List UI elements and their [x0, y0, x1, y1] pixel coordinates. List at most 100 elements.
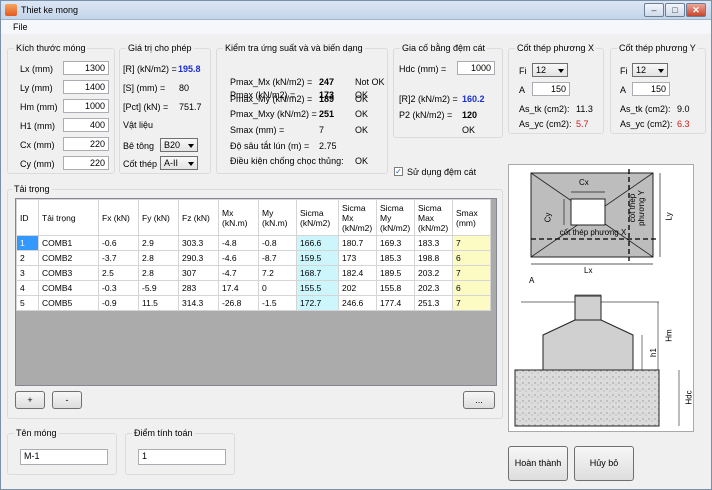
- column-header[interactable]: Sicma (kN/m2): [296, 199, 339, 236]
- column-header[interactable]: Fy (kN): [138, 199, 179, 236]
- table-cell[interactable]: -4.7: [218, 265, 259, 281]
- table-cell[interactable]: 172.7: [296, 295, 339, 311]
- table-cell[interactable]: 5: [16, 295, 39, 311]
- table-row[interactable]: 3 COMB3 2.5 2.8 307 -4.7 7.2 168.7 182.4 189.5 203…: [16, 265, 491, 281]
- table-cell[interactable]: -3.7: [98, 250, 139, 266]
- add-row-button[interactable]: +: [15, 391, 45, 409]
- table-cell[interactable]: 2.8: [138, 265, 179, 281]
- table-cell[interactable]: 290.3: [178, 250, 219, 266]
- table-cell[interactable]: -5.9: [138, 280, 179, 296]
- column-header[interactable]: Fz (kN): [178, 199, 219, 236]
- table-cell[interactable]: 4: [16, 280, 39, 296]
- hm-input[interactable]: 1000: [63, 99, 109, 113]
- table-cell[interactable]: -4.8: [218, 235, 259, 251]
- minimize-button[interactable]: –: [644, 3, 664, 17]
- table-cell[interactable]: -0.6: [98, 235, 139, 251]
- cancel-button[interactable]: Hủy bỏ: [574, 446, 634, 481]
- column-header[interactable]: Fx (kN): [98, 199, 139, 236]
- table-cell[interactable]: COMB2: [38, 250, 99, 266]
- table-cell[interactable]: 7: [452, 235, 491, 251]
- table-cell[interactable]: 3: [16, 265, 39, 281]
- column-header[interactable]: Mx (kN.m): [218, 199, 259, 236]
- column-header[interactable]: ID: [16, 199, 39, 236]
- table-cell[interactable]: 2.9: [138, 235, 179, 251]
- table-cell[interactable]: 185.3: [376, 250, 415, 266]
- table-cell[interactable]: 155.5: [296, 280, 339, 296]
- table-cell[interactable]: 166.6: [296, 235, 339, 251]
- table-cell[interactable]: -26.8: [218, 295, 259, 311]
- column-header[interactable]: Sicma Mx (kN/m2): [338, 199, 377, 236]
- table-cell[interactable]: 169.3: [376, 235, 415, 251]
- table-cell[interactable]: 2.8: [138, 250, 179, 266]
- table-cell[interactable]: 180.7: [338, 235, 377, 251]
- table-cell[interactable]: 183.3: [414, 235, 453, 251]
- steel-y-fi-select[interactable]: 12: [632, 63, 668, 77]
- table-cell[interactable]: -1.5: [258, 295, 297, 311]
- table-cell[interactable]: 307: [178, 265, 219, 281]
- column-header[interactable]: Sicma My (kN/m2): [376, 199, 415, 236]
- table-cell[interactable]: COMB5: [38, 295, 99, 311]
- table-cell[interactable]: 203.2: [414, 265, 453, 281]
- table-cell[interactable]: -4.6: [218, 250, 259, 266]
- hdc-input[interactable]: 1000: [457, 61, 495, 75]
- table-cell[interactable]: 168.7: [296, 265, 339, 281]
- remove-row-button[interactable]: -: [52, 391, 82, 409]
- table-cell[interactable]: 6: [452, 280, 491, 296]
- table-cell[interactable]: 173: [338, 250, 377, 266]
- steel-y-a-input[interactable]: 150: [632, 82, 670, 96]
- table-cell[interactable]: 177.4: [376, 295, 415, 311]
- steel-x-a-input[interactable]: 150: [532, 82, 570, 96]
- concrete-select[interactable]: B20: [160, 138, 198, 152]
- steel-x-fi-select[interactable]: 12: [532, 63, 568, 77]
- table-cell[interactable]: 0: [258, 280, 297, 296]
- lx-input[interactable]: 1300: [63, 61, 109, 75]
- column-header[interactable]: Smax (mm): [452, 199, 491, 236]
- use-sand-checkbox[interactable]: ✓: [394, 167, 403, 176]
- table-row[interactable]: 4 COMB4 -0.3 -5.9 283 17.4 0 155.5 202 155.8 202.3…: [16, 280, 491, 296]
- cx-input[interactable]: 220: [63, 137, 109, 151]
- table-cell[interactable]: COMB3: [38, 265, 99, 281]
- h1-input[interactable]: 400: [63, 118, 109, 132]
- name-input[interactable]: M-1: [20, 449, 108, 465]
- table-cell[interactable]: -0.3: [98, 280, 139, 296]
- table-cell[interactable]: 2.5: [98, 265, 139, 281]
- table-cell[interactable]: 159.5: [296, 250, 339, 266]
- table-cell[interactable]: 202.3: [414, 280, 453, 296]
- more-button[interactable]: ...: [463, 391, 495, 409]
- close-button[interactable]: ✕: [686, 3, 706, 17]
- table-cell[interactable]: 6: [452, 250, 491, 266]
- table-cell[interactable]: 251.3: [414, 295, 453, 311]
- loads-grid[interactable]: ID Tải trọng Fx (kN) Fy (kN) Fz (kN) Mx (kN.m…: [15, 198, 497, 386]
- finish-button[interactable]: Hoàn thành: [508, 446, 568, 481]
- table-cell[interactable]: 182.4: [338, 265, 377, 281]
- table-cell[interactable]: -8.7: [258, 250, 297, 266]
- table-cell[interactable]: 189.5: [376, 265, 415, 281]
- table-cell[interactable]: -0.8: [258, 235, 297, 251]
- table-row[interactable]: 5 COMB5 -0.9 11.5 314.3 -26.8 -1.5 172.7 246.6 17…: [16, 295, 491, 311]
- point-input[interactable]: 1: [138, 449, 226, 465]
- column-header[interactable]: My (kN.m): [258, 199, 297, 236]
- table-cell[interactable]: 17.4: [218, 280, 259, 296]
- table-cell[interactable]: 246.6: [338, 295, 377, 311]
- table-cell[interactable]: 198.8: [414, 250, 453, 266]
- table-cell[interactable]: 155.8: [376, 280, 415, 296]
- table-cell[interactable]: 11.5: [138, 295, 179, 311]
- table-cell[interactable]: 2: [16, 250, 39, 266]
- table-cell[interactable]: 202: [338, 280, 377, 296]
- table-cell[interactable]: 7: [452, 265, 491, 281]
- column-header[interactable]: Sicma Max (kN/m2): [414, 199, 453, 236]
- table-cell[interactable]: 1: [16, 235, 39, 251]
- table-cell[interactable]: 7: [452, 295, 491, 311]
- maximize-button[interactable]: □: [665, 3, 685, 17]
- steel-select[interactable]: A-II: [160, 156, 198, 170]
- column-header[interactable]: Tải trọng: [38, 199, 99, 236]
- menu-file[interactable]: File: [13, 22, 28, 32]
- table-row[interactable]: 1 COMB1 -0.6 2.9 303.3 -4.8 -0.8 166.6 180.7 169.…: [16, 235, 491, 251]
- table-cell[interactable]: 7.2: [258, 265, 297, 281]
- table-cell[interactable]: COMB4: [38, 280, 99, 296]
- table-cell[interactable]: -0.9: [98, 295, 139, 311]
- table-cell[interactable]: 283: [178, 280, 219, 296]
- table-cell[interactable]: COMB1: [38, 235, 99, 251]
- table-cell[interactable]: 314.3: [178, 295, 219, 311]
- cy-input[interactable]: 220: [63, 156, 109, 170]
